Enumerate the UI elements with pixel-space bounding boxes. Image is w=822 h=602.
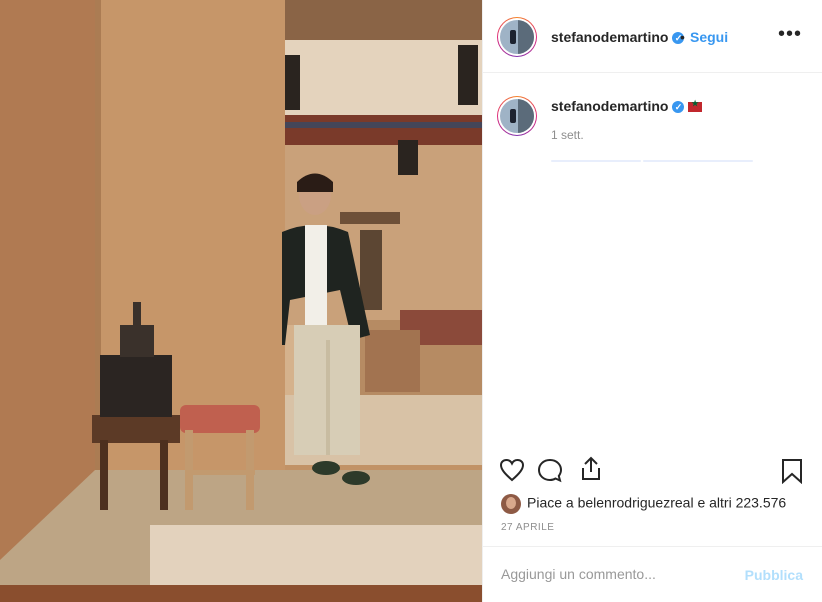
follow-button[interactable]: Segui <box>690 29 728 45</box>
bookmark-icon[interactable] <box>781 458 803 489</box>
verified-badge-icon: ✓ <box>672 101 685 114</box>
caption-username[interactable]: stefanodemartino ✓ <box>551 98 703 114</box>
publish-button[interactable]: Pubblica <box>745 567 803 583</box>
more-options-icon[interactable]: ••• <box>778 24 802 44</box>
photo-scene <box>0 0 482 602</box>
caption-avatar-image <box>500 99 534 133</box>
post-details-panel: stefanodemartino ✓ • Segui ••• stefanodem… <box>482 0 822 602</box>
likes-text[interactable]: Piace a belenrodriguezreal e altri 223.5… <box>527 495 786 511</box>
post-date: 27 APRILE <box>501 522 555 533</box>
post-photo[interactable] <box>0 0 482 602</box>
avatar-image <box>500 20 534 54</box>
comment-bar: Pubblica <box>483 546 822 602</box>
morocco-flag-icon <box>688 99 703 113</box>
profile-avatar[interactable] <box>497 17 537 57</box>
faint-text-line <box>551 160 641 162</box>
separator-dot: • <box>680 29 685 45</box>
comment-icon[interactable] <box>537 458 563 489</box>
header-username[interactable]: stefanodemartino ✓ <box>551 29 685 45</box>
liker-avatar <box>501 494 521 514</box>
caption-username-text[interactable]: stefanodemartino <box>551 98 668 114</box>
faint-text-line <box>643 160 753 162</box>
post-header: stefanodemartino ✓ • Segui ••• <box>483 0 822 73</box>
likes-summary[interactable]: Piace a belenrodriguezreal e altri 223.5… <box>501 494 786 514</box>
heart-icon[interactable] <box>499 458 525 487</box>
comment-input[interactable] <box>499 561 743 587</box>
post-time[interactable]: 1 sett. <box>551 128 584 142</box>
action-bar <box>483 450 822 490</box>
caption-avatar[interactable] <box>497 96 537 136</box>
share-icon[interactable] <box>579 456 603 487</box>
header-username-text[interactable]: stefanodemartino <box>551 29 668 45</box>
